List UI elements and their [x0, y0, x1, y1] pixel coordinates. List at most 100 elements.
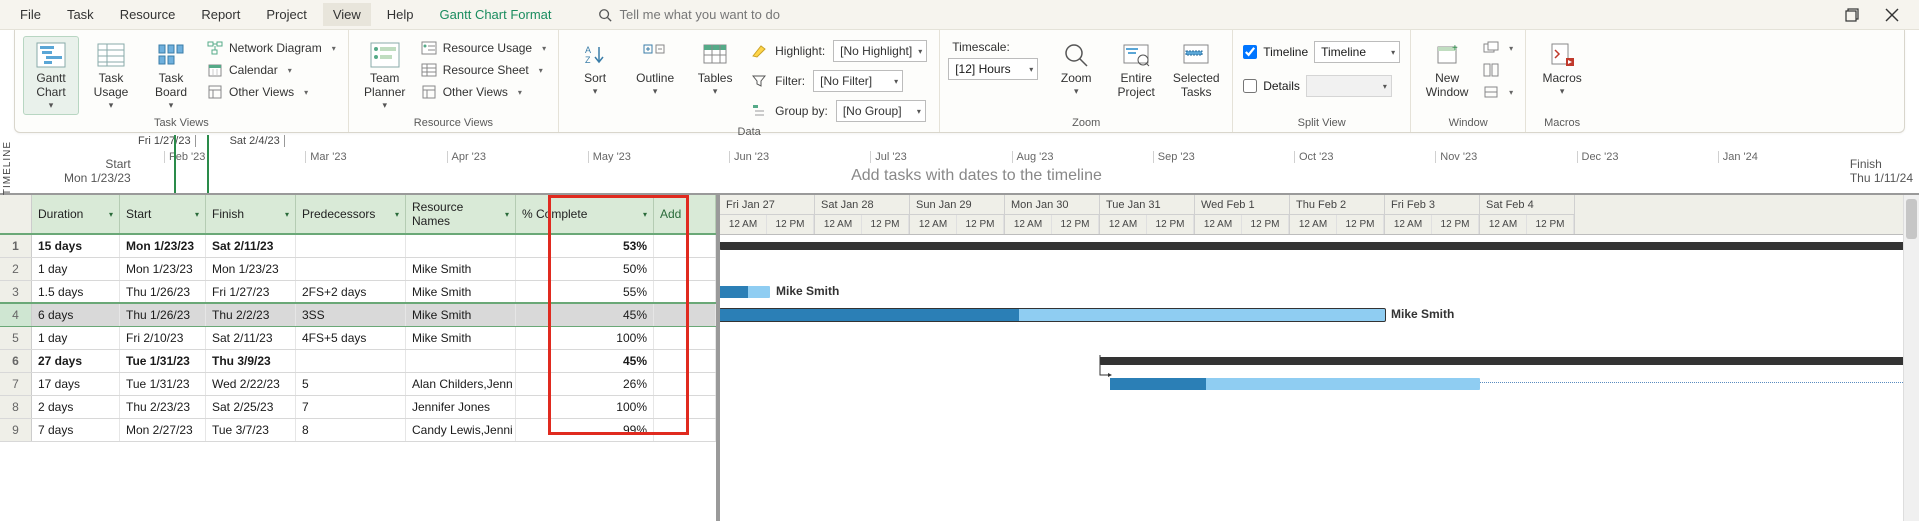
bar-row-1[interactable]: [720, 242, 1919, 250]
cell-resource[interactable]: Candy Lewis,Jenni: [406, 419, 516, 441]
col-resource-names[interactable]: Resource Names▾: [406, 195, 516, 233]
cell-add[interactable]: [654, 304, 716, 326]
cell-predecessors[interactable]: 4FS+5 days: [296, 327, 406, 349]
bar-row-7[interactable]: [1110, 378, 1480, 390]
resource-usage-button[interactable]: Resource Usage▾: [417, 38, 550, 58]
cell-duration[interactable]: 17 days: [32, 373, 120, 395]
cell-add[interactable]: [654, 258, 716, 280]
network-diagram-button[interactable]: Network Diagram▾: [203, 38, 340, 58]
timeline-checkbox-row[interactable]: Timeline Timeline▾: [1241, 38, 1402, 66]
filter-combo[interactable]: [No Filter]▾: [813, 70, 903, 92]
arrange-all-button[interactable]: [1479, 60, 1517, 80]
sort-button[interactable]: AZ Sort▾: [567, 36, 623, 101]
timeline-combo[interactable]: Timeline▾: [1314, 41, 1400, 63]
cell-start[interactable]: Tue 1/31/23: [120, 350, 206, 372]
gantt-chart-area[interactable]: Fri Jan 2712 AM12 PMSat Jan 2812 AM12 PM…: [720, 195, 1919, 521]
row-number[interactable]: 9: [0, 419, 32, 441]
cell-resource[interactable]: Mike Smith: [406, 258, 516, 280]
cell-add[interactable]: [654, 396, 716, 418]
bar-row-4[interactable]: Mike Smith: [720, 309, 1385, 321]
row-number[interactable]: 7: [0, 373, 32, 395]
cell-percent-complete[interactable]: 99%: [516, 419, 654, 441]
task-usage-button[interactable]: Task Usage ▾: [83, 36, 139, 115]
table-row[interactable]: 97 daysMon 2/27/23Tue 3/7/238Candy Lewis…: [0, 419, 716, 442]
cell-resource[interactable]: Mike Smith: [406, 281, 516, 302]
cell-percent-complete[interactable]: 26%: [516, 373, 654, 395]
cell-duration[interactable]: 1 day: [32, 327, 120, 349]
menu-gantt-format[interactable]: Gantt Chart Format: [430, 3, 562, 26]
other-resource-views-button[interactable]: Other Views▾: [417, 82, 550, 102]
cell-duration[interactable]: 7 days: [32, 419, 120, 441]
cell-start[interactable]: Fri 2/10/23: [120, 327, 206, 349]
cell-duration[interactable]: 6 days: [32, 304, 120, 326]
cell-start[interactable]: Mon 1/23/23: [120, 258, 206, 280]
cell-percent-complete[interactable]: 53%: [516, 235, 654, 257]
menu-view[interactable]: View: [323, 3, 371, 26]
cell-percent-complete[interactable]: 45%: [516, 304, 654, 326]
table-row[interactable]: 51 dayFri 2/10/23Sat 2/11/234FS+5 daysMi…: [0, 327, 716, 350]
bar-row-6[interactable]: [1100, 357, 1919, 365]
menu-project[interactable]: Project: [256, 3, 316, 26]
row-number[interactable]: 1: [0, 235, 32, 257]
window-close-button[interactable]: [1885, 8, 1899, 22]
cell-add[interactable]: [654, 281, 716, 302]
menu-help[interactable]: Help: [377, 3, 424, 26]
row-number[interactable]: 3: [0, 281, 32, 302]
cell-finish[interactable]: Fri 1/27/23: [206, 281, 296, 302]
cell-predecessors[interactable]: 7: [296, 396, 406, 418]
menu-task[interactable]: Task: [57, 3, 104, 26]
row-number[interactable]: 2: [0, 258, 32, 280]
cell-add[interactable]: [654, 373, 716, 395]
cell-add[interactable]: [654, 235, 716, 257]
col-predecessors[interactable]: Predecessors▾: [296, 195, 406, 233]
row-number[interactable]: 8: [0, 396, 32, 418]
other-task-views-button[interactable]: Other Views▾: [203, 82, 340, 102]
menu-file[interactable]: File: [10, 3, 51, 26]
cell-start[interactable]: Mon 2/27/23: [120, 419, 206, 441]
timescale-combo[interactable]: [12] Hours▾: [948, 58, 1038, 80]
cell-add[interactable]: [654, 419, 716, 441]
col-percent-complete[interactable]: % Complete▾: [516, 195, 654, 233]
cell-percent-complete[interactable]: 100%: [516, 396, 654, 418]
row-number[interactable]: 4: [0, 304, 32, 326]
cell-predecessors[interactable]: [296, 350, 406, 372]
table-row[interactable]: 21 dayMon 1/23/23Mon 1/23/23Mike Smith50…: [0, 258, 716, 281]
row-number[interactable]: 5: [0, 327, 32, 349]
cell-predecessors[interactable]: [296, 235, 406, 257]
cell-start[interactable]: Tue 1/31/23: [120, 373, 206, 395]
details-checkbox-row[interactable]: Details ▾: [1241, 72, 1402, 100]
cell-start[interactable]: Thu 1/26/23: [120, 304, 206, 326]
cell-finish[interactable]: Tue 3/7/23: [206, 419, 296, 441]
cell-duration[interactable]: 1 day: [32, 258, 120, 280]
cell-percent-complete[interactable]: 50%: [516, 258, 654, 280]
cell-percent-complete[interactable]: 45%: [516, 350, 654, 372]
cell-resource[interactable]: Mike Smith: [406, 304, 516, 326]
cell-predecessors[interactable]: [296, 258, 406, 280]
cell-add[interactable]: [654, 350, 716, 372]
outline-button[interactable]: Outline▾: [627, 36, 683, 101]
cell-predecessors[interactable]: 5: [296, 373, 406, 395]
cell-resource[interactable]: Mike Smith: [406, 327, 516, 349]
cell-resource[interactable]: [406, 235, 516, 257]
menu-resource[interactable]: Resource: [110, 3, 186, 26]
cell-finish[interactable]: Thu 3/9/23: [206, 350, 296, 372]
table-row[interactable]: 717 daysTue 1/31/23Wed 2/22/235Alan Chil…: [0, 373, 716, 396]
table-row[interactable]: 115 daysMon 1/23/23Sat 2/11/2353%: [0, 235, 716, 258]
groupby-combo[interactable]: [No Group]▾: [836, 100, 926, 122]
cell-start[interactable]: Thu 1/26/23: [120, 281, 206, 302]
resource-sheet-button[interactable]: Resource Sheet▾: [417, 60, 550, 80]
cell-finish[interactable]: Sat 2/11/23: [206, 327, 296, 349]
cell-duration[interactable]: 15 days: [32, 235, 120, 257]
switch-windows-button[interactable]: ▾: [1479, 38, 1517, 58]
col-start[interactable]: Start▾: [120, 195, 206, 233]
entire-project-button[interactable]: Entire Project: [1108, 36, 1164, 104]
hide-button[interactable]: ▾: [1479, 82, 1517, 102]
macros-button[interactable]: Macros▾: [1534, 36, 1590, 101]
table-row[interactable]: 31.5 daysThu 1/26/23Fri 1/27/232FS+2 day…: [0, 281, 716, 304]
gantt-chart-button[interactable]: Gantt Chart ▾: [23, 36, 79, 115]
vertical-scrollbar[interactable]: [1903, 195, 1919, 521]
team-planner-button[interactable]: Team Planner ▾: [357, 36, 413, 115]
table-row[interactable]: 46 daysThu 1/26/23Thu 2/2/233SSMike Smit…: [0, 304, 716, 327]
menu-report[interactable]: Report: [191, 3, 250, 26]
col-duration[interactable]: Duration▾: [32, 195, 120, 233]
